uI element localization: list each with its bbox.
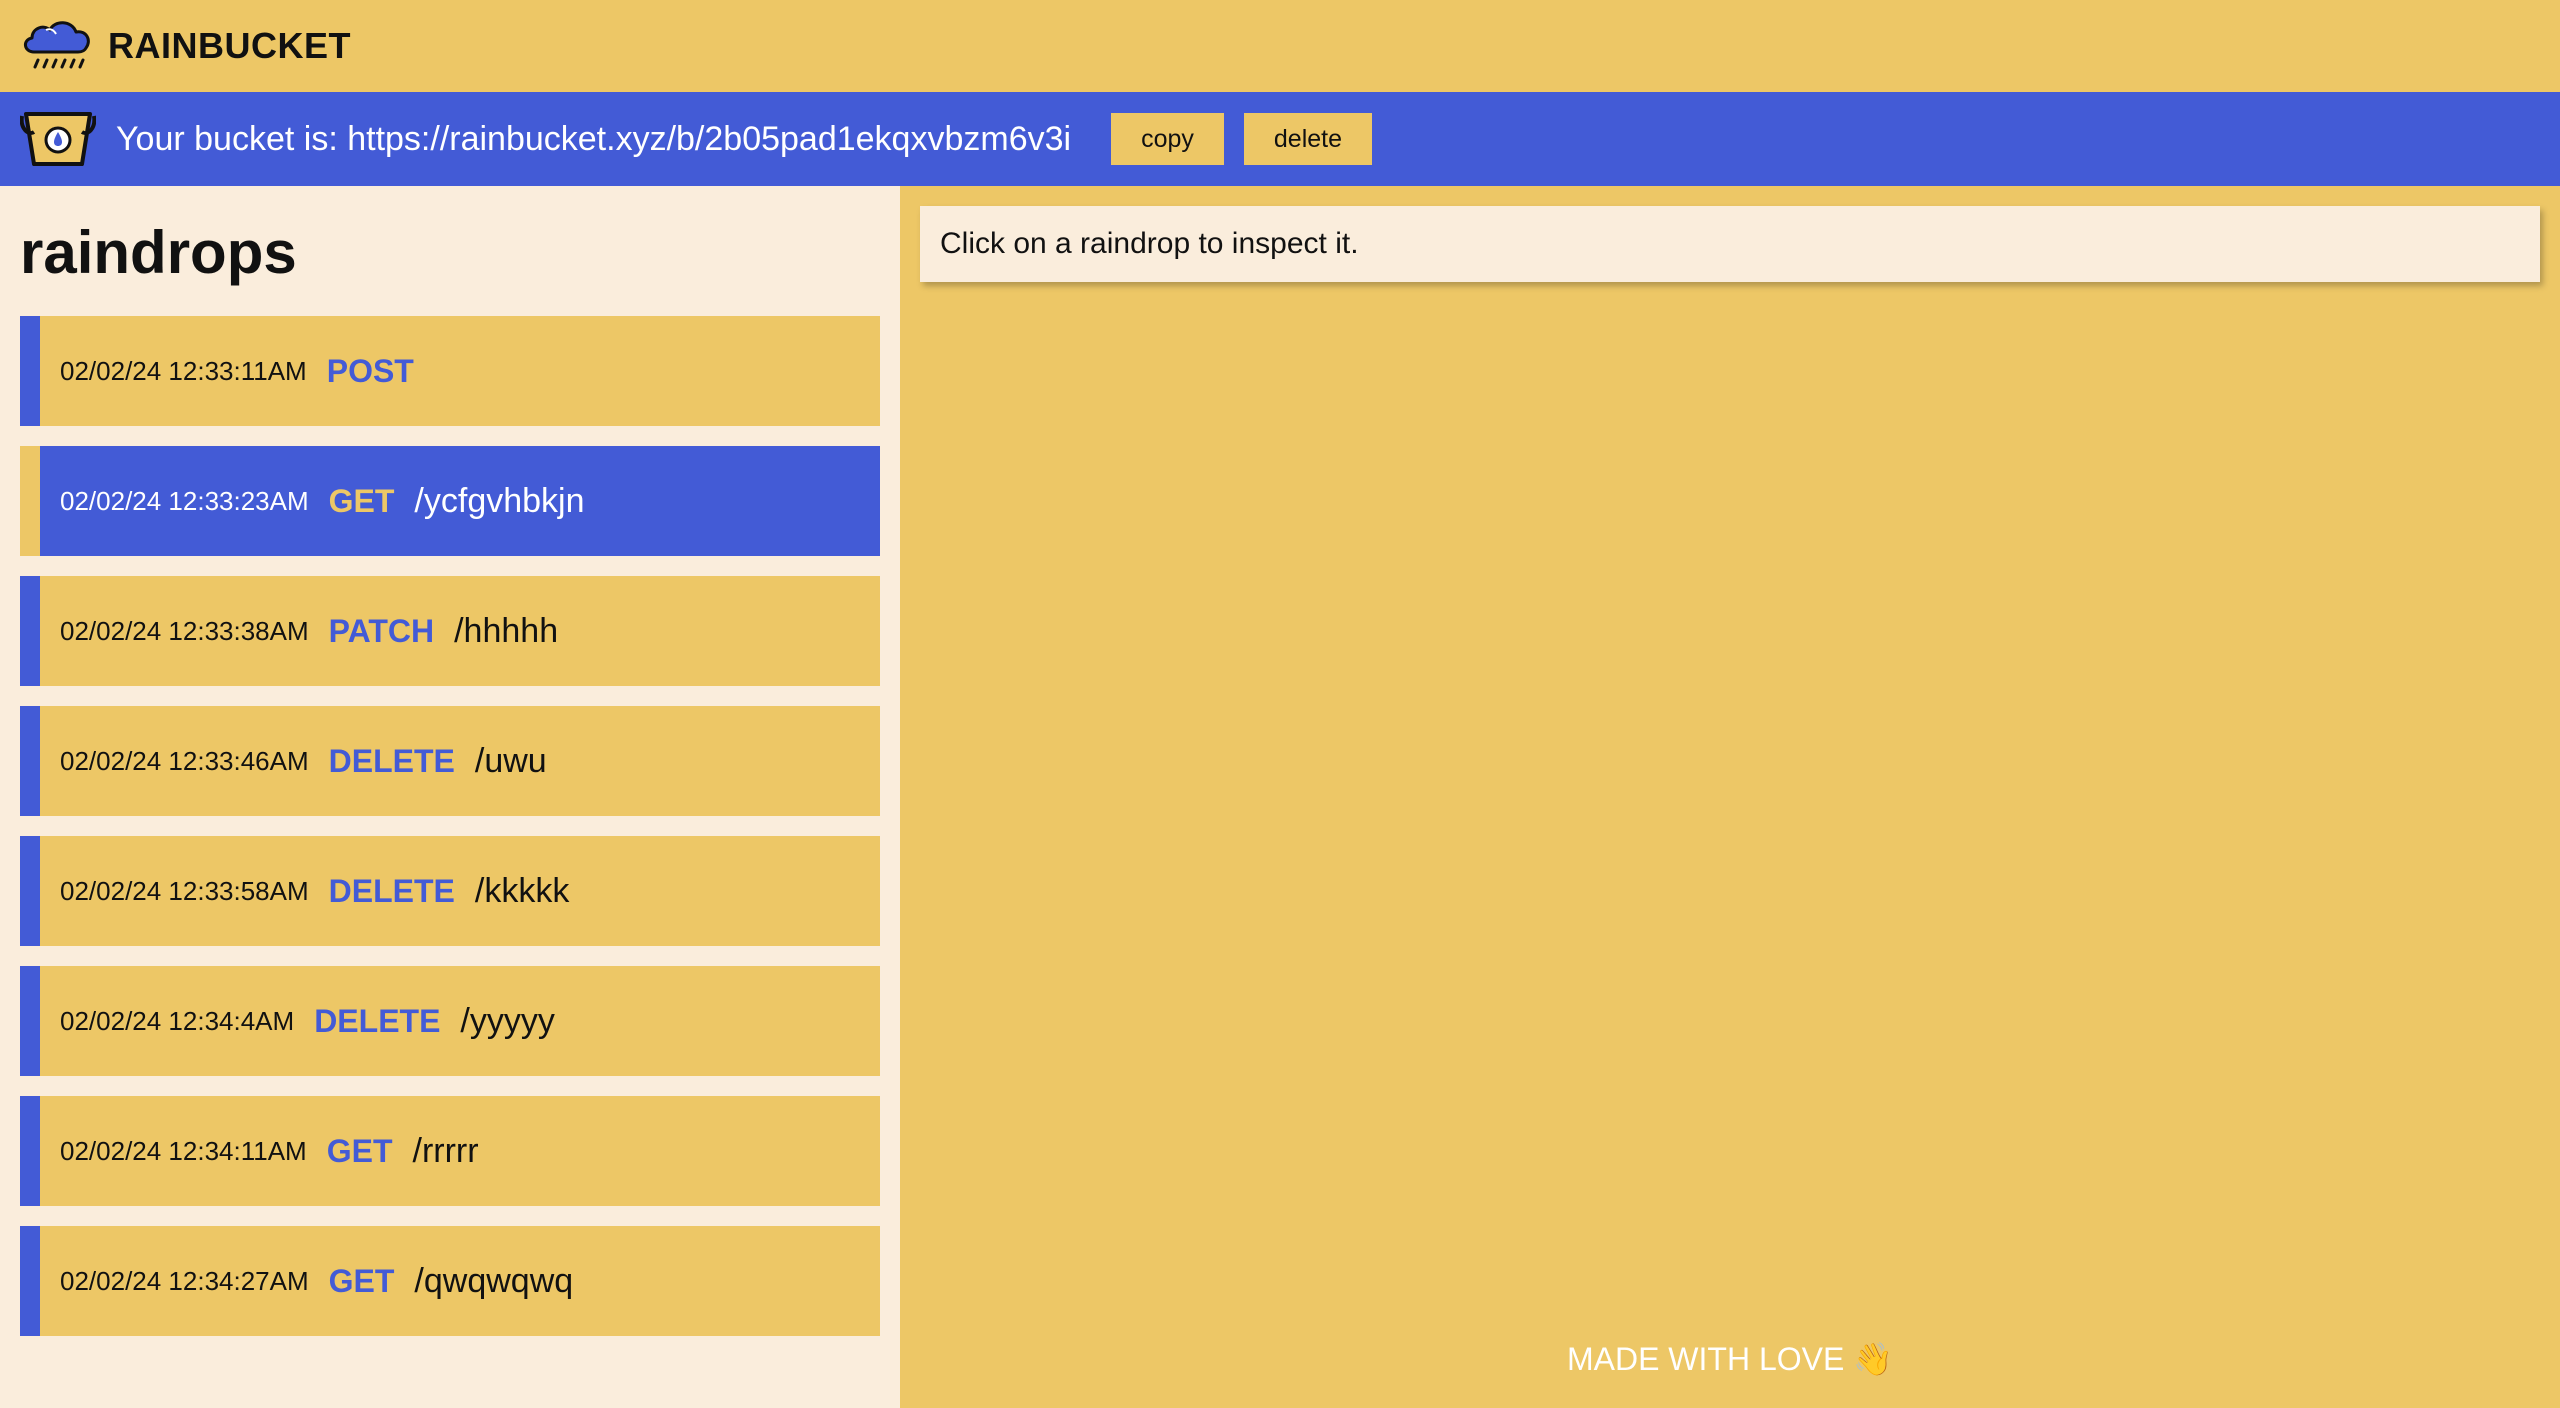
cloud-rain-icon	[24, 21, 90, 69]
raindrop-timestamp: 02/02/24 12:34:11AM	[60, 1135, 307, 1166]
raindrop-path: /hhhhh	[454, 611, 559, 650]
raindrop-path: /ycfgvhbkjn	[414, 481, 585, 520]
inspect-hint: Click on a raindrop to inspect it.	[920, 206, 2540, 282]
raindrop-timestamp: 02/02/24 12:33:23AM	[60, 485, 309, 516]
raindrop-item-selected[interactable]: 02/02/24 12:33:23AM GET /ycfgvhbkjn	[20, 446, 880, 556]
raindrop-timestamp: 02/02/24 12:33:38AM	[60, 615, 309, 646]
raindrop-item[interactable]: 02/02/24 12:34:4AM DELETE /yyyyy	[20, 966, 880, 1076]
raindrop-path: /qwqwqwq	[414, 1261, 574, 1300]
raindrop-timestamp: 02/02/24 12:33:46AM	[60, 745, 309, 776]
app-name: RAINBUCKET	[108, 25, 351, 66]
inspector-panel: Click on a raindrop to inspect it.	[900, 186, 2560, 1408]
raindrop-timestamp: 02/02/24 12:34:4AM	[60, 1005, 295, 1036]
raindrop-method: PATCH	[328, 612, 435, 649]
raindrop-path: /kkkkk	[474, 871, 570, 910]
sidebar-title: raindrops	[20, 219, 297, 286]
raindrop-item[interactable]: 02/02/24 12:34:27AM GET /qwqwqwq	[20, 1226, 880, 1336]
top-bar: RAINBUCKET	[0, 0, 2560, 92]
bucket-bar: Your bucket is: https://rainbucket.xyz/b…	[0, 92, 2560, 186]
raindrop-list: 02/02/24 12:33:11AM POST 02/02/24 12:33:…	[20, 316, 880, 1356]
raindrop-method: POST	[326, 352, 414, 389]
raindrop-path: /rrrrr	[412, 1131, 479, 1170]
raindrop-method: DELETE	[328, 872, 455, 909]
footer-text: MADE WITH LOVE 👋	[1566, 1341, 1894, 1377]
bucket-url-label: Your bucket is: https://rainbucket.xyz/b…	[116, 119, 1072, 158]
raindrop-method: DELETE	[328, 742, 455, 779]
raindrop-timestamp: 02/02/24 12:33:11AM	[60, 355, 307, 386]
raindrop-timestamp: 02/02/24 12:34:27AM	[60, 1265, 309, 1296]
raindrop-item[interactable]: 02/02/24 12:34:11AM GET /rrrrr	[20, 1096, 880, 1206]
raindrop-item[interactable]: 02/02/24 12:33:46AM DELETE /uwu	[20, 706, 880, 816]
raindrop-timestamp: 02/02/24 12:33:58AM	[60, 875, 309, 906]
raindrop-method: GET	[326, 1132, 393, 1169]
raindrop-method: DELETE	[314, 1002, 441, 1039]
raindrop-path: /yyyyy	[460, 1001, 555, 1040]
raindrop-item[interactable]: 02/02/24 12:33:11AM POST	[20, 316, 880, 426]
raindrop-item[interactable]: 02/02/24 12:33:38AM PATCH /hhhhh	[20, 576, 880, 686]
raindrop-method: GET	[328, 482, 395, 519]
raindrop-method: GET	[328, 1262, 395, 1299]
bucket-icon	[20, 112, 96, 166]
delete-button[interactable]: delete	[1243, 113, 1373, 165]
raindrops-sidebar: raindrops 02/02/24 12:33:11AM POST 02/02…	[0, 186, 900, 1408]
raindrop-item[interactable]: 02/02/24 12:33:58AM DELETE /kkkkk	[20, 836, 880, 946]
copy-button[interactable]: copy	[1111, 113, 1224, 165]
raindrop-path: /uwu	[474, 741, 547, 780]
